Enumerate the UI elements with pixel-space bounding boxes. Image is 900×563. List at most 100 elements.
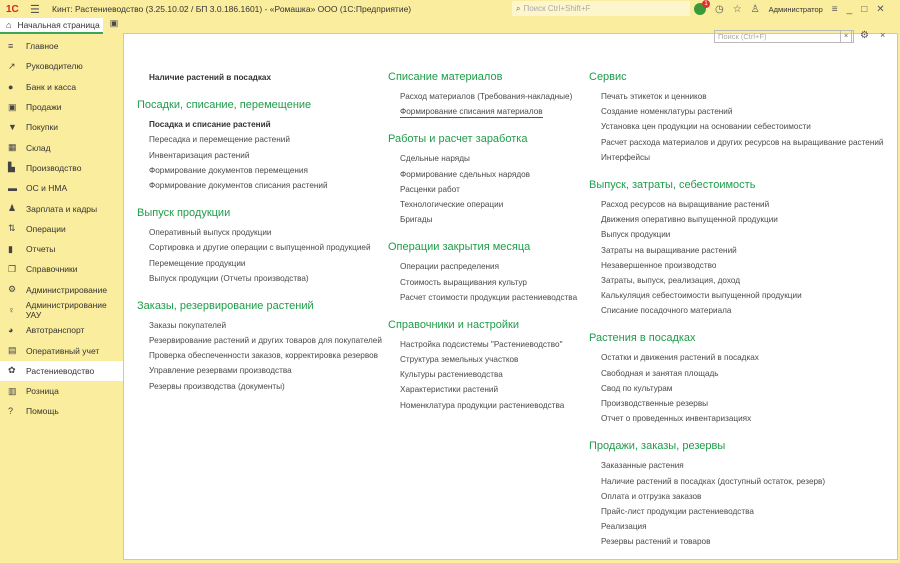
- sidebar-item[interactable]: ● Банк и касса: [0, 77, 123, 97]
- nav-link[interactable]: Резервы производства (документы): [137, 379, 382, 394]
- history-icon[interactable]: ◷: [715, 4, 724, 15]
- sidebar-item[interactable]: ✿ Растениеводство: [0, 360, 123, 382]
- nav-link[interactable]: Создание номенклатуры растений: [589, 104, 883, 119]
- nav-link[interactable]: Интерфейсы: [589, 150, 883, 165]
- menu-icon[interactable]: ☰: [30, 3, 44, 16]
- nav-link-label: Посадка и списание растений: [149, 120, 271, 130]
- settings-menu-icon[interactable]: ≡: [832, 4, 838, 15]
- sidebar-item[interactable]: ▬ ОС и НМА: [0, 178, 123, 198]
- nav-link-label: Заказанные растения: [601, 461, 684, 471]
- nav-link[interactable]: Перемещение продукции: [137, 256, 382, 271]
- nav-link[interactable]: Наличие растений в посадках: [137, 70, 382, 85]
- sidebar-item[interactable]: ▮ Отчеты: [0, 239, 123, 259]
- nav-link[interactable]: Затраты, выпуск, реализация, доход: [589, 273, 883, 288]
- nav-link[interactable]: Расчет стоимости продукции растениеводст…: [388, 290, 577, 305]
- sidebar-item[interactable]: ⇅ Операции: [0, 219, 123, 239]
- nav-link[interactable]: Бригады: [388, 212, 577, 227]
- nav-link[interactable]: Заказы покупателей: [137, 318, 382, 333]
- nav-link[interactable]: Заказанные растения: [589, 458, 883, 473]
- nav-link[interactable]: Операции распределения: [388, 259, 577, 274]
- sidebar-item[interactable]: ▤ Оперативный учет: [0, 340, 123, 360]
- maximize-icon[interactable]: □: [861, 4, 867, 15]
- nav-link[interactable]: Наличие растений в посадках (доступный о…: [589, 474, 883, 489]
- sidebar-item[interactable]: ? Помощь: [0, 401, 123, 421]
- section-heading: Растения в посадках: [589, 332, 696, 345]
- nav-link-label: Заказы покупателей: [149, 320, 227, 330]
- tab-home[interactable]: ⌂ Начальная страница: [0, 18, 103, 34]
- nav-link-label: Расчет стоимости продукции растениеводст…: [400, 292, 578, 302]
- nav-link[interactable]: Формирование списания материалов: [388, 104, 577, 119]
- nav-link[interactable]: Прайс-лист продукции растениеводства: [589, 504, 883, 519]
- gear-icon[interactable]: ⚙: [860, 30, 869, 41]
- nav-link[interactable]: Печать этикеток и ценников: [589, 89, 883, 104]
- sidebar-item-label: Администрирование УАУ: [25, 300, 107, 320]
- user-name[interactable]: Администратор: [769, 5, 823, 14]
- nav-link[interactable]: Управление резервами производства: [137, 363, 382, 378]
- sidebar-item[interactable]: ▙ Производство: [0, 158, 123, 178]
- nav-link[interactable]: Номенклатура продукции растениеводства: [388, 398, 577, 413]
- nav-link[interactable]: Посадка и списание растений: [137, 117, 382, 132]
- nav-link[interactable]: Расход ресурсов на выращивание растений: [589, 197, 883, 212]
- sidebar-item[interactable]: ▦ Склад: [0, 137, 123, 157]
- nav-link[interactable]: Расценки работ: [388, 182, 577, 197]
- nav-link[interactable]: Формирование сдельных нарядов: [388, 167, 577, 182]
- nav-link[interactable]: Резервирование растений и других товаров…: [137, 333, 382, 348]
- nav-link[interactable]: Затраты на выращивание растений: [589, 243, 883, 258]
- nav-link[interactable]: Свод по культурам: [589, 381, 883, 396]
- global-search-input[interactable]: ⌕ Поиск Ctrl+Shift+F: [512, 1, 690, 16]
- user-icon[interactable]: ♙: [751, 4, 760, 15]
- close-page-button[interactable]: ×: [880, 30, 885, 40]
- sidebar-item[interactable]: ▥ Розница: [0, 381, 123, 401]
- nav-link[interactable]: Расчет расхода материалов и других ресур…: [589, 135, 883, 150]
- nav-link[interactable]: Инвентаризация растений: [137, 148, 382, 163]
- nav-link[interactable]: Формирование документов перемещения: [137, 163, 382, 178]
- sidebar-item[interactable]: ⚙ Администрирование: [0, 280, 123, 300]
- nav-link[interactable]: Пересадка и перемещение растений: [137, 132, 382, 147]
- section-heading: Выпуск, затраты, себестоимость: [589, 178, 756, 191]
- nav-link[interactable]: Остатки и движения растений в посадках: [589, 350, 883, 365]
- nav-link[interactable]: Производственные резервы: [589, 396, 883, 411]
- nav-link[interactable]: Сортировка и другие операции с выпущенно…: [137, 240, 382, 255]
- close-window-icon[interactable]: ✕: [876, 4, 884, 15]
- open-windows-icon[interactable]: ▣: [106, 18, 122, 34]
- nav-link[interactable]: Характеристики растений: [388, 382, 577, 397]
- nav-link[interactable]: Выпуск продукции: [589, 227, 883, 242]
- nav-link[interactable]: Оперативный выпуск продукции: [137, 225, 382, 240]
- nav-link[interactable]: Технологические операции: [388, 197, 577, 212]
- sidebar-item[interactable]: ↗ Руководителю: [0, 56, 123, 76]
- nav-link[interactable]: Незавершенное производство: [589, 258, 883, 273]
- nav-link[interactable]: Свободная и занятая площадь: [589, 366, 883, 381]
- nav-link[interactable]: Калькуляция себестоимости выпущенной про…: [589, 288, 883, 303]
- sidebar-item[interactable]: ❐ Справочники: [0, 259, 123, 279]
- nav-link[interactable]: Культуры растениеводства: [388, 367, 577, 382]
- clear-search-button[interactable]: ×: [840, 30, 852, 43]
- sidebar-item[interactable]: ♀ Администрирование УАУ: [0, 300, 123, 320]
- sidebar-item[interactable]: ≡ Главное: [0, 36, 123, 56]
- nav-link[interactable]: Списание посадочного материала: [589, 303, 883, 318]
- nav-link[interactable]: Отчет о проведенных инвентаризациях: [589, 411, 883, 426]
- nav-link[interactable]: Выпуск продукции (Отчеты производства): [137, 271, 382, 286]
- page-search-input[interactable]: Поиск (Ctrl+F): [714, 30, 854, 43]
- nav-link[interactable]: Стоимость выращивания культур: [388, 275, 577, 290]
- sidebar-item[interactable]: ◕ Автотранспорт: [0, 320, 123, 340]
- notifications-icon[interactable]: 1: [694, 0, 710, 15]
- nav-link[interactable]: Резервы растений и товаров: [589, 534, 883, 549]
- nav-link[interactable]: Реализация: [589, 519, 883, 534]
- nav-link[interactable]: Оплата и отгрузка заказов: [589, 489, 883, 504]
- nav-link[interactable]: Движения оперативно выпущенной продукции: [589, 212, 883, 227]
- nav-link[interactable]: Сдельные наряды: [388, 151, 577, 166]
- sidebar-item-label: Продажи: [26, 102, 62, 113]
- minimize-icon[interactable]: _: [847, 4, 853, 15]
- nav-link[interactable]: Формирование документов списания растени…: [137, 178, 382, 193]
- nav-link[interactable]: Структура земельных участков: [388, 352, 577, 367]
- section-heading: Посадки, списание, перемещение: [137, 99, 312, 112]
- sidebar-item-label: Отчеты: [26, 244, 56, 255]
- sidebar-item[interactable]: ▣ Продажи: [0, 97, 123, 117]
- nav-link[interactable]: Расход материалов (Требования-накладные): [388, 89, 577, 104]
- favorites-icon[interactable]: ☆: [733, 4, 742, 15]
- nav-link[interactable]: Проверка обеспеченности заказов, коррект…: [137, 348, 382, 363]
- nav-link[interactable]: Установка цен продукции на основании себ…: [589, 119, 883, 134]
- sidebar-item[interactable]: ▼ Покупки: [0, 117, 123, 137]
- nav-link[interactable]: Настройка подсистемы "Растениеводство": [388, 337, 577, 352]
- sidebar-item[interactable]: ♟ Зарплата и кадры: [0, 198, 123, 218]
